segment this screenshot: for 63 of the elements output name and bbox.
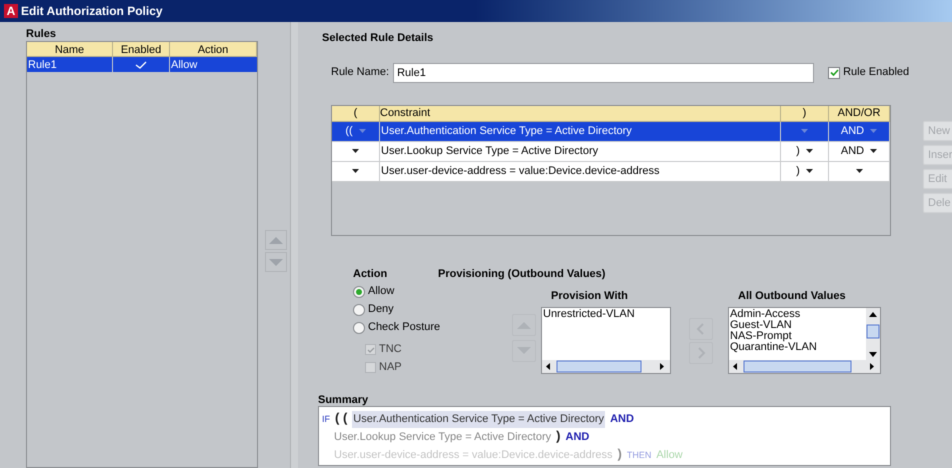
- column-header[interactable]: Constraint: [380, 106, 781, 122]
- rule-enabled-checkbox[interactable]: [828, 66, 840, 78]
- column-header[interactable]: Enabled: [113, 42, 170, 57]
- splitter-bar[interactable]: [290, 22, 298, 468]
- dropdown-caret-icon[interactable]: [856, 169, 862, 173]
- constraint-text: User.Lookup Service Type = Active Directory: [381, 144, 598, 159]
- checkbox-label: Rule Enabled: [843, 65, 910, 80]
- dropdown-caret-icon[interactable]: [806, 149, 813, 153]
- summary-line: User.Lookup Service Type = Active Directory ) AND: [333, 427, 590, 443]
- dropdown-caret-icon[interactable]: [352, 169, 359, 173]
- column-header[interactable]: Name: [27, 42, 113, 57]
- list-item[interactable]: Admin-Access: [730, 309, 866, 320]
- app-icon: A: [4, 4, 18, 18]
- rule-name-field[interactable]: Rule1: [393, 62, 814, 82]
- summary-line: User.user-device-address = value:Device.device-address ) THEN Allow: [333, 445, 684, 461]
- table-cell-text: Allow: [170, 58, 198, 72]
- radio-button[interactable]: [353, 322, 365, 334]
- dropdown-caret-icon[interactable]: [352, 149, 359, 153]
- list-item[interactable]: Quarantine-VLAN: [730, 342, 866, 353]
- radio-label: Check Posture: [368, 320, 440, 336]
- field-label: Rule Name:: [331, 65, 390, 80]
- radio-button[interactable]: [353, 304, 365, 316]
- list-item[interactable]: NAS-Prompt: [730, 331, 866, 342]
- table-cell-text: ): [796, 164, 800, 179]
- table-row[interactable]: User.user-device-address = value:Device.device-address ): [332, 162, 890, 182]
- table-cell-text: AND: [840, 124, 864, 139]
- section-title: Provisioning (Outbound Values): [438, 267, 606, 282]
- list-label: All Outbound Values: [738, 289, 846, 304]
- radio-label: Allow: [368, 284, 394, 300]
- summary-line: IF ( ( User.Authentication Service Type = Active Directory AND: [322, 408, 890, 425]
- table-cell-text: ((: [345, 124, 353, 139]
- list-item[interactable]: Unrestricted-VLAN: [543, 309, 670, 320]
- table-cell-text: AND: [840, 144, 864, 159]
- table-cell: Rule1: [27, 57, 113, 72]
- section-title: Summary: [318, 393, 368, 408]
- column-header[interactable]: (: [332, 106, 380, 122]
- checkbox-label: NAP: [379, 360, 402, 376]
- table-row[interactable]: Rule1 Allow: [27, 57, 257, 72]
- constraint-text: User.Authentication Service Type = Active Directory: [381, 124, 632, 139]
- horizontal-scrollbar-icon: [542, 360, 670, 373]
- vertical-scrollbar-icon: [866, 308, 880, 362]
- checkmark-icon: [830, 69, 839, 76]
- list-item[interactable]: Guest-VLAN: [730, 320, 866, 331]
- dropdown-caret-icon[interactable]: [870, 149, 878, 153]
- move-up-button[interactable]: [265, 230, 287, 250]
- constraint-text: User.user-device-address = value:Device.device-address: [381, 164, 660, 179]
- column-header[interactable]: AND/OR: [829, 106, 890, 122]
- table-cell-text: ): [796, 144, 800, 159]
- section-title: Selected Rule Details: [322, 31, 434, 46]
- horizontal-scrollbar-icon: [729, 360, 880, 373]
- move-down-button[interactable]: [265, 252, 287, 272]
- section-label: Rules: [26, 27, 57, 41]
- list-label: Provision With: [551, 289, 628, 304]
- checkbox-label: TNC: [379, 342, 402, 358]
- checkmark-icon: [366, 346, 374, 352]
- dropdown-caret-icon[interactable]: [806, 169, 813, 173]
- column-header[interactable]: Action: [170, 42, 257, 57]
- section-title: Action: [353, 267, 388, 282]
- radio-label: Deny: [368, 302, 394, 318]
- window-title: Edit Authorization Policy: [21, 3, 163, 20]
- table-row[interactable]: User.Lookup Service Type = Active Directory ) AND: [332, 142, 890, 162]
- column-header[interactable]: ): [781, 106, 829, 122]
- radio-button[interactable]: [353, 286, 365, 298]
